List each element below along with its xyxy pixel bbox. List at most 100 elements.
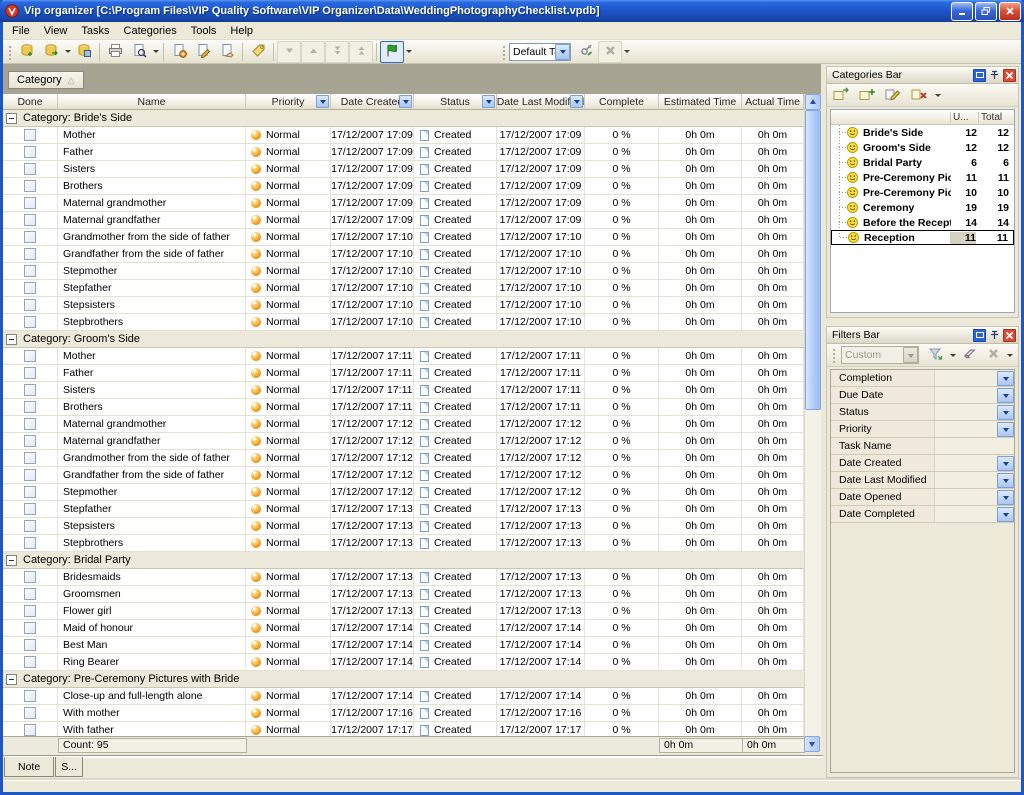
restore-button[interactable]	[975, 2, 997, 21]
column-header-complete[interactable]: Complete	[585, 94, 659, 110]
new-category-button[interactable]	[829, 84, 853, 106]
category-row[interactable]: Category: Groom's Side	[3, 331, 804, 348]
filter-dropdown-button[interactable]	[997, 405, 1014, 420]
task-checkbox[interactable]	[24, 180, 36, 192]
column-filter-button[interactable]	[570, 95, 583, 108]
delete-category-button[interactable]	[907, 84, 931, 106]
task-checkbox[interactable]	[24, 588, 36, 600]
apply-view-button[interactable]	[574, 41, 598, 63]
category-row[interactable]: Category: Bridal Party	[3, 552, 804, 569]
task-row[interactable]: SistersNormal17/12/2007 17:09Created17/1…	[3, 161, 804, 178]
scroll-up-button[interactable]	[805, 94, 821, 110]
toolbar-menu-caret[interactable]	[1005, 345, 1014, 365]
task-checkbox[interactable]	[24, 282, 36, 294]
print-button[interactable]	[103, 41, 127, 63]
clone-task-button[interactable]	[215, 41, 239, 63]
category-row[interactable]: Category: Pre-Ceremony Pictures with Bri…	[3, 671, 804, 688]
categories-bar-pin-button[interactable]	[988, 69, 1001, 82]
open-database-menu-caret[interactable]	[63, 42, 72, 62]
vertical-scrollbar[interactable]	[804, 94, 821, 736]
task-view-combo[interactable]: Default Task V	[509, 43, 571, 61]
task-checkbox[interactable]	[24, 299, 36, 311]
task-row[interactable]: With motherNormal17/12/2007 17:16Created…	[3, 705, 804, 722]
tree-column-unassigned[interactable]: U...	[950, 112, 978, 123]
task-row[interactable]: Maternal grandfatherNormal17/12/2007 17:…	[3, 433, 804, 450]
task-checkbox[interactable]	[24, 129, 36, 141]
clear-filter-button[interactable]	[957, 344, 981, 366]
task-row[interactable]: Maid of honourNormal17/12/2007 17:14Crea…	[3, 620, 804, 637]
task-row[interactable]: BridesmaidsNormal17/12/2007 17:13Created…	[3, 569, 804, 586]
task-checkbox[interactable]	[24, 656, 36, 668]
task-row[interactable]: StepmotherNormal17/12/2007 17:12Created1…	[3, 484, 804, 501]
task-row[interactable]: GroomsmenNormal17/12/2007 17:13Created17…	[3, 586, 804, 603]
apply-filter-menu-caret[interactable]	[948, 345, 957, 365]
category-tree-item-pre-ceremony-pictures-w[interactable]: Pre-Ceremony Pictures w1010	[831, 185, 1014, 200]
category-tree-item-before-the-reception[interactable]: Before the Reception1414	[831, 215, 1014, 230]
task-checkbox[interactable]	[24, 724, 36, 736]
task-row[interactable]: FatherNormal17/12/2007 17:09Created17/12…	[3, 144, 804, 161]
task-checkbox[interactable]	[24, 197, 36, 209]
category-tree-item-ceremony[interactable]: Ceremony1919	[831, 200, 1014, 215]
filters-bar-float-button[interactable]	[973, 329, 986, 342]
filter-dropdown-button[interactable]	[997, 473, 1014, 488]
task-row[interactable]: StepsistersNormal17/12/2007 17:13Created…	[3, 518, 804, 535]
column-header-status[interactable]: Status	[414, 94, 497, 110]
task-checkbox[interactable]	[24, 537, 36, 549]
filter-value-field[interactable]	[934, 438, 1014, 454]
collapse-icon[interactable]	[6, 113, 17, 124]
task-view-menu-caret[interactable]	[404, 42, 413, 62]
column-header-estimated-time[interactable]: Estimated Time	[659, 94, 742, 110]
task-row[interactable]: Grandfather from the side of fatherNorma…	[3, 467, 804, 484]
task-row[interactable]: StepbrothersNormal17/12/2007 17:10Create…	[3, 314, 804, 331]
edit-category-button[interactable]	[881, 84, 905, 106]
task-view-button[interactable]	[380, 41, 404, 63]
task-row[interactable]: StepmotherNormal17/12/2007 17:10Created1…	[3, 263, 804, 280]
open-database-button[interactable]	[39, 41, 63, 63]
task-checkbox[interactable]	[24, 486, 36, 498]
filter-dropdown-button[interactable]	[997, 456, 1014, 471]
column-header-date-created[interactable]: Date Created	[331, 94, 414, 110]
filter-dropdown-button[interactable]	[997, 388, 1014, 403]
task-checkbox[interactable]	[24, 707, 36, 719]
task-checkbox[interactable]	[24, 639, 36, 651]
collapse-icon[interactable]	[6, 555, 17, 566]
filter-preset-combo[interactable]: Custom	[841, 346, 919, 364]
filters-bar-pin-button[interactable]	[988, 329, 1001, 342]
task-checkbox[interactable]	[24, 503, 36, 515]
filters-toolbar-grip[interactable]	[831, 347, 835, 363]
add-subcategory-button[interactable]	[855, 84, 879, 106]
task-checkbox[interactable]	[24, 401, 36, 413]
task-checkbox[interactable]	[24, 350, 36, 362]
menu-tools[interactable]: Tools	[184, 24, 224, 38]
filter-value-field[interactable]	[934, 455, 997, 471]
task-row[interactable]: FatherNormal17/12/2007 17:11Created17/12…	[3, 365, 804, 382]
task-row[interactable]: Maternal grandfatherNormal17/12/2007 17:…	[3, 212, 804, 229]
close-filter-button[interactable]	[981, 344, 1005, 366]
category-row[interactable]: Category: Bride's Side	[3, 110, 804, 127]
task-row[interactable]: Maternal grandmotherNormal17/12/2007 17:…	[3, 195, 804, 212]
task-row[interactable]: Flower girlNormal17/12/2007 17:13Created…	[3, 603, 804, 620]
task-row[interactable]: Maternal grandmotherNormal17/12/2007 17:…	[3, 416, 804, 433]
task-checkbox[interactable]	[24, 469, 36, 481]
category-tree-item-pre-ceremony-pictures-w[interactable]: Pre-Ceremony Pictures w1111	[831, 170, 1014, 185]
task-row[interactable]: With fatherNormal17/12/2007 17:17Created…	[3, 722, 804, 736]
menu-tasks[interactable]: Tasks	[74, 24, 116, 38]
close-button[interactable]	[999, 2, 1021, 21]
minimize-button[interactable]	[951, 2, 973, 21]
column-header-date-last-modified[interactable]: Date Last Modified	[497, 94, 585, 110]
task-row[interactable]: StepfatherNormal17/12/2007 17:10Created1…	[3, 280, 804, 297]
task-checkbox[interactable]	[24, 367, 36, 379]
task-row[interactable]: SistersNormal17/12/2007 17:11Created17/1…	[3, 382, 804, 399]
task-checkbox[interactable]	[24, 248, 36, 260]
toolbar-menu-caret[interactable]	[933, 85, 942, 105]
categories-bar-close-button[interactable]	[1003, 69, 1016, 82]
new-task-button[interactable]	[167, 41, 191, 63]
task-row[interactable]: StepfatherNormal17/12/2007 17:13Created1…	[3, 501, 804, 518]
filter-dropdown-button[interactable]	[997, 371, 1014, 386]
filter-preset-combo-dropdown-button[interactable]	[903, 347, 918, 363]
print-preview-button[interactable]	[127, 41, 151, 63]
task-row[interactable]: Grandmother from the side of fatherNorma…	[3, 229, 804, 246]
column-header-name[interactable]: Name	[58, 94, 246, 110]
column-header-actual-time[interactable]: Actual Time	[742, 94, 804, 110]
menu-help[interactable]: Help	[223, 24, 260, 38]
